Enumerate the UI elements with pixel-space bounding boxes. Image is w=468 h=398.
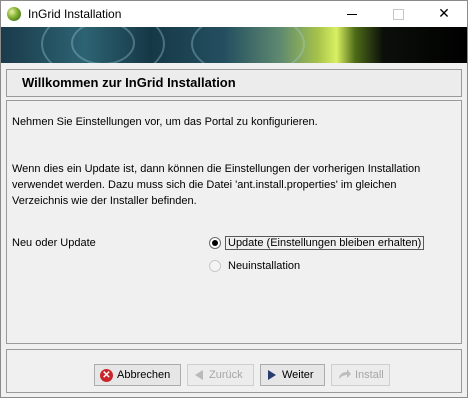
back-button[interactable]: Zurück bbox=[187, 364, 254, 386]
minimize-button[interactable] bbox=[329, 1, 375, 27]
app-logo-icon bbox=[7, 7, 21, 21]
update-option[interactable]: Update (Einstellungen bleiben erhalten) bbox=[209, 235, 425, 251]
header-banner-image bbox=[1, 27, 467, 63]
next-button[interactable]: Weiter bbox=[260, 364, 325, 386]
title-bar[interactable]: InGrid Installation ✕ bbox=[1, 1, 467, 27]
welcome-header: Willkommen zur InGrid Installation bbox=[6, 69, 462, 97]
minimize-icon bbox=[347, 13, 357, 15]
install-button[interactable]: Install bbox=[331, 364, 390, 386]
new-install-radio[interactable] bbox=[209, 260, 221, 272]
mode-label: Neu oder Update bbox=[12, 237, 96, 249]
cancel-button-label: Abbrechen bbox=[117, 369, 171, 381]
install-button-label: Install bbox=[355, 369, 384, 381]
back-button-label: Zurück bbox=[209, 369, 243, 381]
arrow-left-icon bbox=[195, 370, 203, 380]
update-radio[interactable] bbox=[209, 237, 221, 249]
next-button-label: Weiter bbox=[282, 369, 314, 381]
redo-arrow-icon bbox=[339, 369, 351, 379]
update-option-label[interactable]: Update (Einstellungen bleiben erhalten) bbox=[225, 236, 425, 250]
arrow-right-icon bbox=[268, 370, 276, 380]
close-icon: ✕ bbox=[438, 6, 450, 22]
cancel-icon: ✕ bbox=[100, 368, 113, 382]
maximize-icon bbox=[392, 8, 404, 20]
banner-swirl bbox=[191, 27, 305, 63]
close-button[interactable]: ✕ bbox=[421, 1, 467, 27]
page-title: Willkommen zur InGrid Installation bbox=[22, 75, 236, 90]
maximize-button[interactable] bbox=[375, 1, 421, 27]
cancel-button[interactable]: ✕ Abbrechen bbox=[94, 364, 181, 386]
update-info-text: Wenn dies ein Update ist, dann können di… bbox=[12, 163, 421, 207]
intro-text: Nehmen Sie Einstellungen vor, um das Por… bbox=[12, 116, 318, 128]
new-install-option[interactable]: Neuinstallation bbox=[209, 258, 300, 274]
banner-swirl bbox=[71, 27, 135, 63]
button-bar: ✕ Abbrechen Zurück Weiter Install bbox=[6, 349, 462, 393]
installer-window: InGrid Installation ✕ Willkommen zur InG… bbox=[0, 0, 468, 398]
settings-panel: Nehmen Sie Einstellungen vor, um das Por… bbox=[6, 100, 462, 344]
window-title: InGrid Installation bbox=[28, 7, 122, 21]
new-install-option-label[interactable]: Neuinstallation bbox=[228, 260, 300, 272]
